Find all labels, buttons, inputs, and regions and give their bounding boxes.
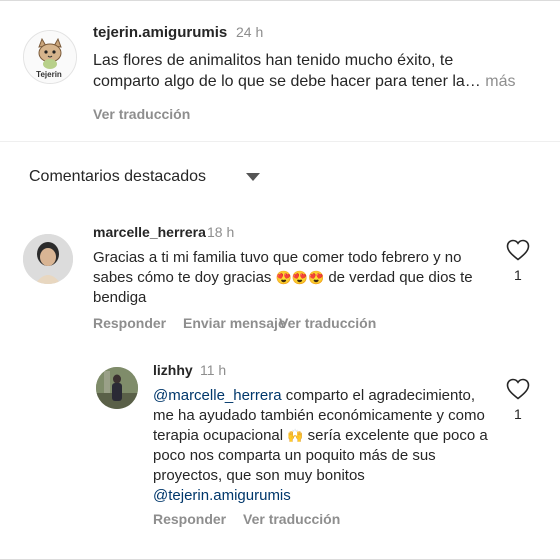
like-count: 1: [514, 406, 522, 422]
user-photo-icon: [23, 234, 73, 284]
post-translate-link[interactable]: Ver traducción: [93, 106, 190, 122]
section-divider: [0, 141, 560, 142]
reply-button[interactable]: Responder: [93, 315, 166, 331]
comment-username[interactable]: marcelle_herrera: [93, 224, 206, 240]
comment-avatar[interactable]: [23, 234, 73, 284]
heart-icon[interactable]: [506, 239, 530, 261]
mention-link[interactable]: @tejerin.amigurumis: [153, 487, 291, 504]
translate-button[interactable]: Ver traducción: [279, 315, 376, 331]
comment-timestamp: 18 h: [207, 224, 235, 240]
post-timestamp: 24 h: [236, 24, 264, 40]
reply-username[interactable]: lizhhy: [153, 362, 193, 378]
post-text-body: Las flores de animalitos han tenido much…: [93, 52, 481, 90]
send-message-button[interactable]: Enviar mensaje: [183, 315, 286, 331]
heart-eyes-emoji: 😍😍😍: [275, 270, 325, 285]
raising-hands-emoji: 🙌: [287, 428, 304, 443]
logo-wordmark: Tejerin: [36, 70, 62, 79]
translate-button[interactable]: Ver traducción: [243, 511, 340, 527]
heart-icon[interactable]: [506, 378, 530, 400]
reply-avatar[interactable]: [96, 367, 138, 409]
mention-link[interactable]: @marcelle_herrera: [153, 387, 282, 404]
post-text: Las flores de animalitos han tenido much…: [93, 50, 523, 92]
svg-text:Tejerin: Tejerin: [36, 70, 62, 79]
post-username[interactable]: tejerin.amigurumis: [93, 24, 227, 41]
user-photo-icon: [96, 367, 138, 409]
chevron-down-icon[interactable]: [246, 173, 260, 181]
like-count: 1: [514, 267, 522, 283]
post-caption: Tejerin tejerin.amigurumis 24 h Las flor…: [0, 0, 560, 142]
reply-timestamp: 11 h: [200, 362, 227, 378]
comment-text: Gracias a ti mi familia tuvo que comer t…: [93, 248, 493, 308]
reply-button[interactable]: Responder: [153, 511, 226, 527]
featured-comments-title[interactable]: Comentarios destacados: [29, 168, 206, 186]
more-link[interactable]: más: [485, 73, 515, 90]
reply-text: @marcelle_herrera comparto el agradecimi…: [153, 386, 493, 506]
